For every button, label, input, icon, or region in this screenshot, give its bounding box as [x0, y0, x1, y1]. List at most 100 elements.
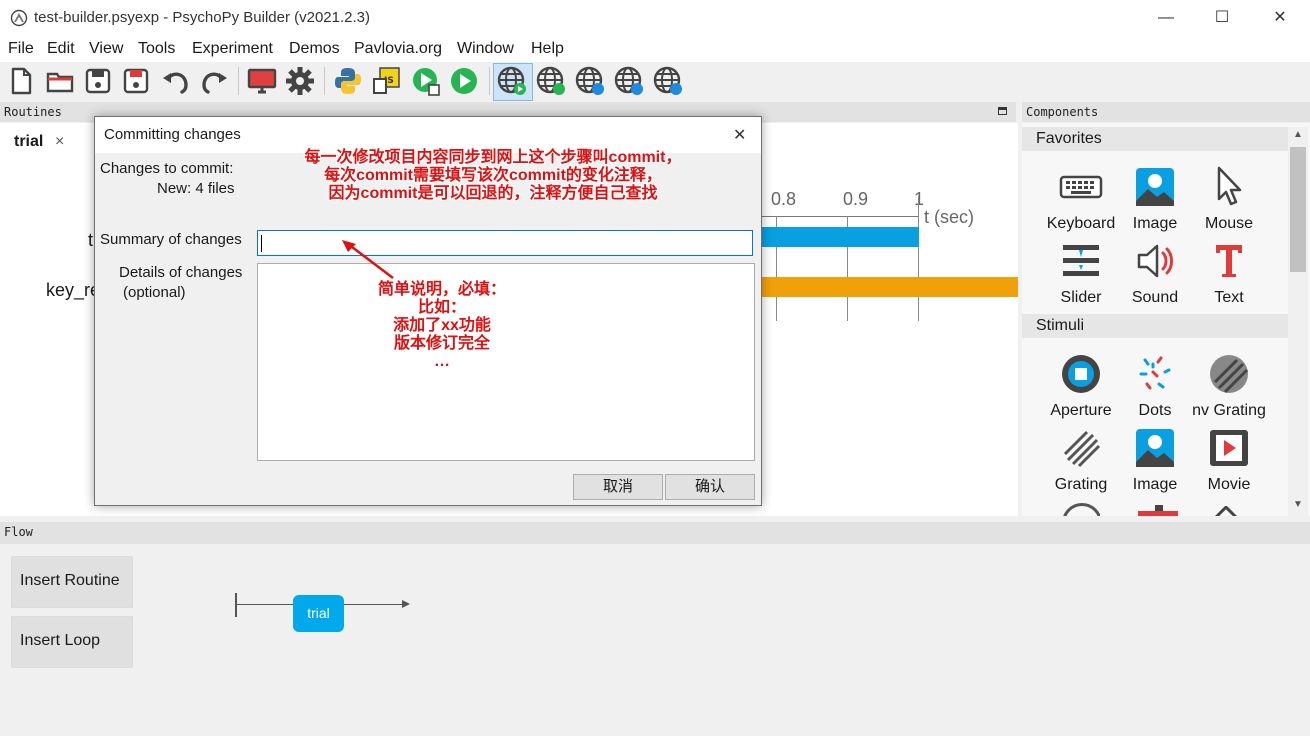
flow-routine-trial[interactable]: trial — [293, 595, 344, 632]
menu-window[interactable]: Window — [457, 40, 514, 58]
save-icon[interactable] — [82, 65, 114, 97]
component-dots[interactable]: Dots — [1116, 352, 1194, 420]
pavlovia-run-globe-icon[interactable] — [496, 65, 528, 97]
annotation-line: 版本修订完全 — [393, 335, 490, 352]
menu-demos[interactable]: Demos — [289, 40, 340, 58]
text-component-bar[interactable] — [762, 227, 919, 247]
toolbar-separator — [238, 67, 239, 95]
toolbar: JS — [0, 62, 1310, 101]
component-keyboard[interactable]: Keyboard — [1042, 165, 1120, 233]
timeline-unit-label: t (sec) — [924, 207, 975, 227]
dots-icon — [1139, 356, 1171, 390]
keyboard-component-bar[interactable] — [762, 277, 1018, 297]
pavlovia-info-globe-icon[interactable] — [652, 65, 684, 97]
aperture-icon — [1062, 355, 1100, 393]
pavlovia-search-globe-icon[interactable] — [574, 65, 606, 97]
component-movie[interactable]: Movie — [1190, 426, 1268, 494]
save-as-icon[interactable] — [120, 65, 152, 97]
menu-edit[interactable]: Edit — [47, 40, 75, 58]
details-label: Details of changes — [119, 264, 243, 281]
category-label: Favorites — [1036, 130, 1102, 147]
component-image[interactable]: Image — [1116, 165, 1194, 233]
component-sound[interactable]: Sound — [1116, 239, 1194, 307]
new-file-icon[interactable] — [5, 65, 37, 97]
minimize-button[interactable]: — — [1142, 0, 1190, 36]
grating-icon — [1063, 430, 1101, 468]
slider-icon — [1063, 245, 1099, 276]
text-t-icon — [1216, 245, 1242, 277]
pavlovia-user-globe-icon[interactable] — [613, 65, 645, 97]
details-optional-label: (optional) — [123, 284, 186, 301]
insert-loop-button[interactable]: Insert Loop — [11, 616, 133, 668]
menu-view[interactable]: View — [89, 40, 123, 58]
component-label: Image — [1132, 215, 1178, 232]
run-pilot-icon[interactable] — [410, 65, 442, 97]
annotation-line: 比如： — [417, 299, 466, 316]
component-grating[interactable]: Grating — [1042, 426, 1120, 494]
component-label: Grating — [1054, 476, 1108, 493]
menu-help[interactable]: Help — [531, 40, 564, 58]
dialog-title-bar: Committing changes ✕ — [95, 117, 761, 153]
component-row-label: key_re — [46, 280, 101, 300]
annotation-line: 每次commit需要填写该次commit的变化注释， — [324, 167, 662, 184]
menu-tools[interactable]: Tools — [138, 40, 175, 58]
components-scrollbar[interactable]: ▲ ▼ — [1288, 127, 1308, 516]
component-row-label: t — [88, 230, 94, 250]
annotation-arrow-icon — [342, 240, 394, 279]
annotation-line: 添加了xx功能 — [393, 317, 491, 334]
menu-bar: File Edit View Tools Experiment Demos Pa… — [0, 36, 1310, 62]
annotation-line: 因为commit是可以回退的，注释方便自己查找 — [328, 185, 658, 202]
component-image-stim[interactable]: Image — [1116, 426, 1194, 494]
psychopy-app-icon — [10, 9, 28, 27]
title-bar: test-builder.psyexp - PsychoPy Builder (… — [0, 0, 1310, 36]
component-noise-grating[interactable]: nv Grating — [1190, 352, 1268, 420]
component-label: Keyboard — [1046, 215, 1116, 232]
component-aperture[interactable]: Aperture — [1042, 352, 1120, 420]
tab-trial[interactable]: trial × — [5, 126, 71, 158]
component-text[interactable]: Text — [1190, 239, 1268, 307]
component-label: nv Grating — [1192, 402, 1266, 419]
summary-input[interactable] — [257, 230, 753, 256]
category-favorites[interactable]: Favorites — [1022, 127, 1288, 151]
scroll-down-icon[interactable]: ▼ — [1290, 499, 1306, 513]
maximize-pane-icon[interactable] — [998, 107, 1007, 115]
component-slider[interactable]: Slider — [1042, 239, 1120, 307]
undo-icon[interactable] — [160, 65, 192, 97]
insert-routine-button[interactable]: Insert Routine — [11, 556, 133, 608]
timeline-tick-label: 0.9 — [843, 189, 869, 209]
run-icon[interactable] — [448, 65, 480, 97]
category-stimuli[interactable]: Stimuli — [1022, 314, 1288, 338]
category-label: Stimuli — [1036, 317, 1085, 334]
scroll-up-icon[interactable]: ▲ — [1290, 129, 1306, 143]
timeline-tick-label: 1 — [914, 189, 925, 209]
compile-python-icon[interactable] — [332, 65, 364, 97]
menu-file[interactable]: File — [8, 40, 34, 58]
text-cursor — [261, 235, 262, 252]
maximize-button[interactable]: ☐ — [1198, 0, 1246, 36]
monitor-icon[interactable] — [246, 65, 278, 97]
annotation-line: … — [434, 353, 450, 370]
open-folder-icon[interactable] — [44, 65, 76, 97]
menu-pavlovia[interactable]: Pavlovia.org — [354, 40, 442, 58]
menu-experiment[interactable]: Experiment — [192, 40, 273, 58]
tab-trial-label: trial — [14, 133, 44, 150]
cancel-button[interactable]: 取消 — [573, 474, 663, 500]
compile-js-icon[interactable]: JS — [370, 65, 402, 97]
close-window-button[interactable]: ✕ — [1256, 0, 1304, 36]
dialog-close-button[interactable]: ✕ — [733, 125, 746, 145]
redo-icon[interactable] — [198, 65, 230, 97]
tab-close-icon[interactable]: × — [55, 133, 64, 151]
flow-panel: Insert Routine Insert Loop trial — [0, 545, 1310, 736]
globe-icon — [1062, 503, 1100, 516]
pavlovia-sync-globe-icon[interactable] — [535, 65, 567, 97]
insert-routine-label: Insert Routine — [20, 572, 120, 589]
speaker-icon — [1137, 244, 1173, 278]
joystick-icon — [1138, 505, 1178, 516]
scrollbar-thumb[interactable] — [1290, 147, 1306, 272]
flow-panel-header: Flow — [0, 522, 1310, 544]
component-mouse[interactable]: Mouse — [1190, 165, 1268, 233]
flow-header-label: Flow — [4, 525, 33, 539]
ok-button[interactable]: 确认 — [665, 474, 755, 500]
settings-gear-icon[interactable] — [284, 65, 316, 97]
annotation-commit-explanation: 每一次修改项目内容同步到网上这个步骤叫commit， 每次commit需要填写该… — [258, 149, 728, 203]
